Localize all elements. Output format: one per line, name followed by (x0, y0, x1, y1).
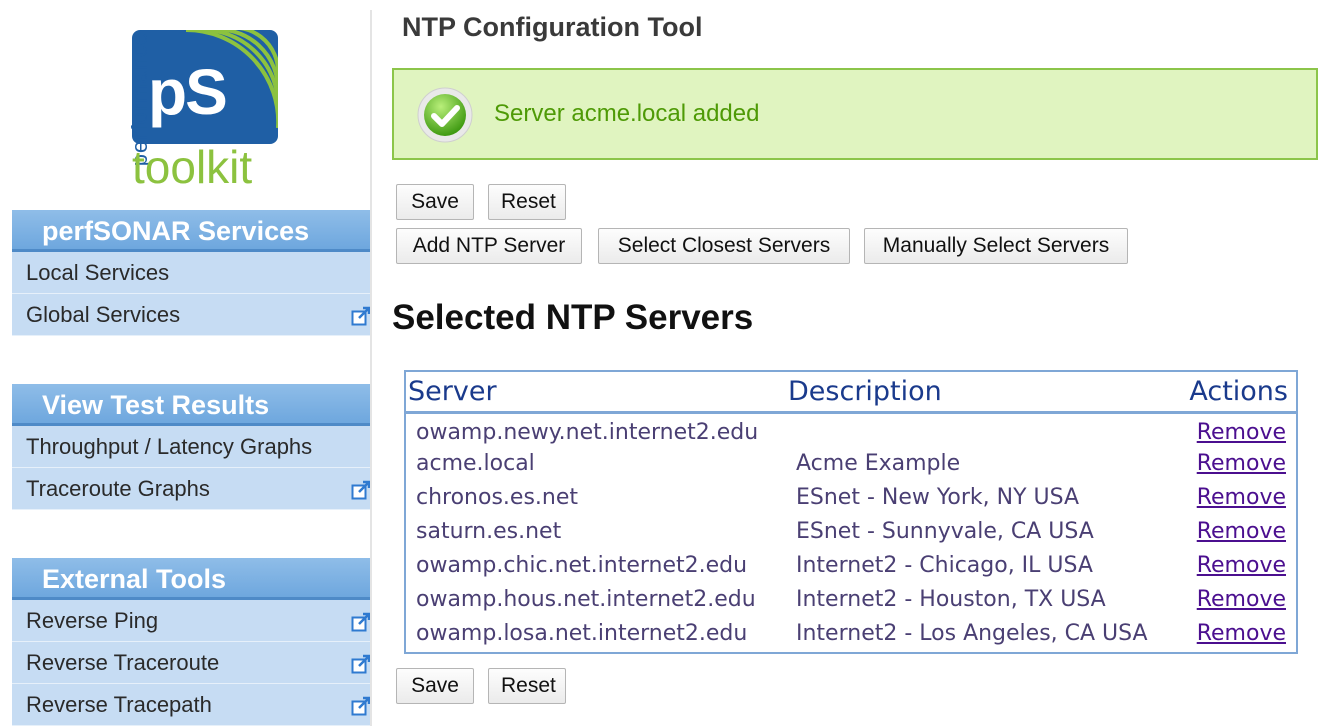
menu-group-perfsonar-services: perfSONAR Services Local Services Global… (12, 210, 371, 336)
sidebar-item-global-services[interactable]: Global Services (12, 294, 371, 336)
table-row: owamp.chic.net.internet2.edu Internet2 -… (406, 548, 1296, 582)
server-cell: saturn.es.net (416, 518, 562, 544)
table-row: owamp.losa.net.internet2.edu Internet2 -… (406, 616, 1296, 650)
actions-cell: Remove (1170, 514, 1296, 548)
actions-cell: Remove (1170, 480, 1296, 514)
column-header-description: Description (786, 372, 1170, 414)
table-row: acme.local Acme Example Remove (406, 446, 1296, 480)
save-button-bottom[interactable]: Save (396, 668, 474, 704)
menu-header: perfSONAR Services (12, 210, 371, 252)
select-closest-servers-button[interactable]: Select Closest Servers (598, 228, 850, 264)
sidebar: pS performance toolkit perfSONAR Service… (12, 0, 371, 726)
actions-cell: Remove (1170, 412, 1296, 446)
external-link-icon (351, 696, 371, 716)
sidebar-item-label: Global Services (26, 302, 181, 327)
success-message: Server acme.local added (494, 100, 760, 127)
reset-button-bottom[interactable]: Reset (488, 668, 566, 704)
actions-cell: Remove (1170, 548, 1296, 582)
menu-group-view-test-results: View Test Results Throughput / Latency G… (12, 384, 371, 510)
page-title: NTP Configuration Tool (402, 12, 703, 42)
actions-cell: Remove (1170, 582, 1296, 616)
external-link-icon (351, 654, 371, 674)
section-title: Selected NTP Servers (392, 298, 754, 337)
logo-toolkit-text: toolkit (132, 141, 253, 193)
sidebar-divider (370, 10, 372, 726)
table-header-row: Server Description Actions (406, 372, 1296, 414)
reset-button[interactable]: Reset (488, 184, 566, 220)
remove-link[interactable]: Remove (1197, 420, 1286, 445)
table-row: chronos.es.net ESnet - New York, NY USA … (406, 480, 1296, 514)
server-cell: owamp.losa.net.internet2.edu (416, 620, 748, 646)
sidebar-item-reverse-traceroute[interactable]: Reverse Traceroute (12, 642, 371, 684)
description-cell: Acme Example (796, 450, 961, 476)
description-cell: Internet2 - Houston, TX USA (796, 586, 1106, 612)
remove-link[interactable]: Remove (1197, 587, 1286, 612)
sidebar-item-label: Reverse Tracepath (26, 692, 212, 717)
sidebar-item-reverse-tracepath[interactable]: Reverse Tracepath (12, 684, 371, 726)
external-link-icon (351, 480, 371, 500)
menu-header: External Tools (12, 558, 371, 600)
add-ntp-server-button[interactable]: Add NTP Server (396, 228, 582, 264)
description-cell: Internet2 - Chicago, IL USA (796, 552, 1093, 578)
server-cell: acme.local (416, 450, 535, 476)
column-header-server: Server (406, 372, 786, 414)
sidebar-item-label: Throughput / Latency Graphs (26, 434, 313, 459)
sidebar-item-local-services[interactable]: Local Services (12, 252, 371, 294)
sidebar-item-label: Traceroute Graphs (26, 476, 210, 501)
server-cell: owamp.chic.net.internet2.edu (416, 552, 748, 578)
remove-link[interactable]: Remove (1197, 553, 1286, 578)
success-notification: Server acme.local added (392, 68, 1318, 160)
server-cell: chronos.es.net (416, 484, 579, 510)
sidebar-item-reverse-ping[interactable]: Reverse Ping (12, 600, 371, 642)
save-button[interactable]: Save (396, 184, 474, 220)
remove-link[interactable]: Remove (1197, 519, 1286, 544)
remove-link[interactable]: Remove (1197, 485, 1286, 510)
sidebar-item-traceroute-graphs[interactable]: Traceroute Graphs (12, 468, 371, 510)
ps-logo-box: pS (132, 30, 278, 144)
check-circle-icon (417, 87, 473, 143)
main-content: NTP Configuration Tool Server acme.local… (392, 0, 1318, 726)
logo-ps-text: pS (148, 56, 228, 128)
external-link-icon (351, 306, 371, 326)
sidebar-item-label: Reverse Traceroute (26, 650, 220, 675)
menu-header: View Test Results (12, 384, 371, 426)
sidebar-item-label: Reverse Ping (26, 608, 159, 633)
pstoolkit-logo[interactable]: pS performance toolkit (104, 28, 280, 194)
menu-group-external-tools: External Tools Reverse Ping Reverse Trac… (12, 558, 371, 726)
description-cell: ESnet - Sunnyvale, CA USA (796, 518, 1094, 544)
table-row: saturn.es.net ESnet - Sunnyvale, CA USA … (406, 514, 1296, 548)
manually-select-servers-button[interactable]: Manually Select Servers (864, 228, 1128, 264)
table-row: owamp.hous.net.internet2.edu Internet2 -… (406, 582, 1296, 616)
server-cell: owamp.hous.net.internet2.edu (416, 586, 756, 612)
sidebar-item-throughput-latency-graphs[interactable]: Throughput / Latency Graphs (12, 426, 371, 468)
remove-link[interactable]: Remove (1197, 451, 1286, 476)
external-link-icon (351, 612, 371, 632)
description-cell: ESnet - New York, NY USA (796, 484, 1080, 510)
actions-cell: Remove (1170, 616, 1296, 650)
remove-link[interactable]: Remove (1197, 621, 1286, 646)
sidebar-item-label: Local Services (26, 260, 170, 285)
actions-cell: Remove (1170, 446, 1296, 480)
server-cell: owamp.newy.net.internet2.edu (416, 420, 759, 446)
description-cell: Internet2 - Los Angeles, CA USA (796, 620, 1148, 646)
servers-table: Server Description Actions owamp.newy.ne… (404, 370, 1298, 654)
description-cell (786, 412, 1170, 446)
column-header-actions: Actions (1170, 372, 1296, 414)
table-row: owamp.newy.net.internet2.edu Remove (406, 412, 1296, 446)
